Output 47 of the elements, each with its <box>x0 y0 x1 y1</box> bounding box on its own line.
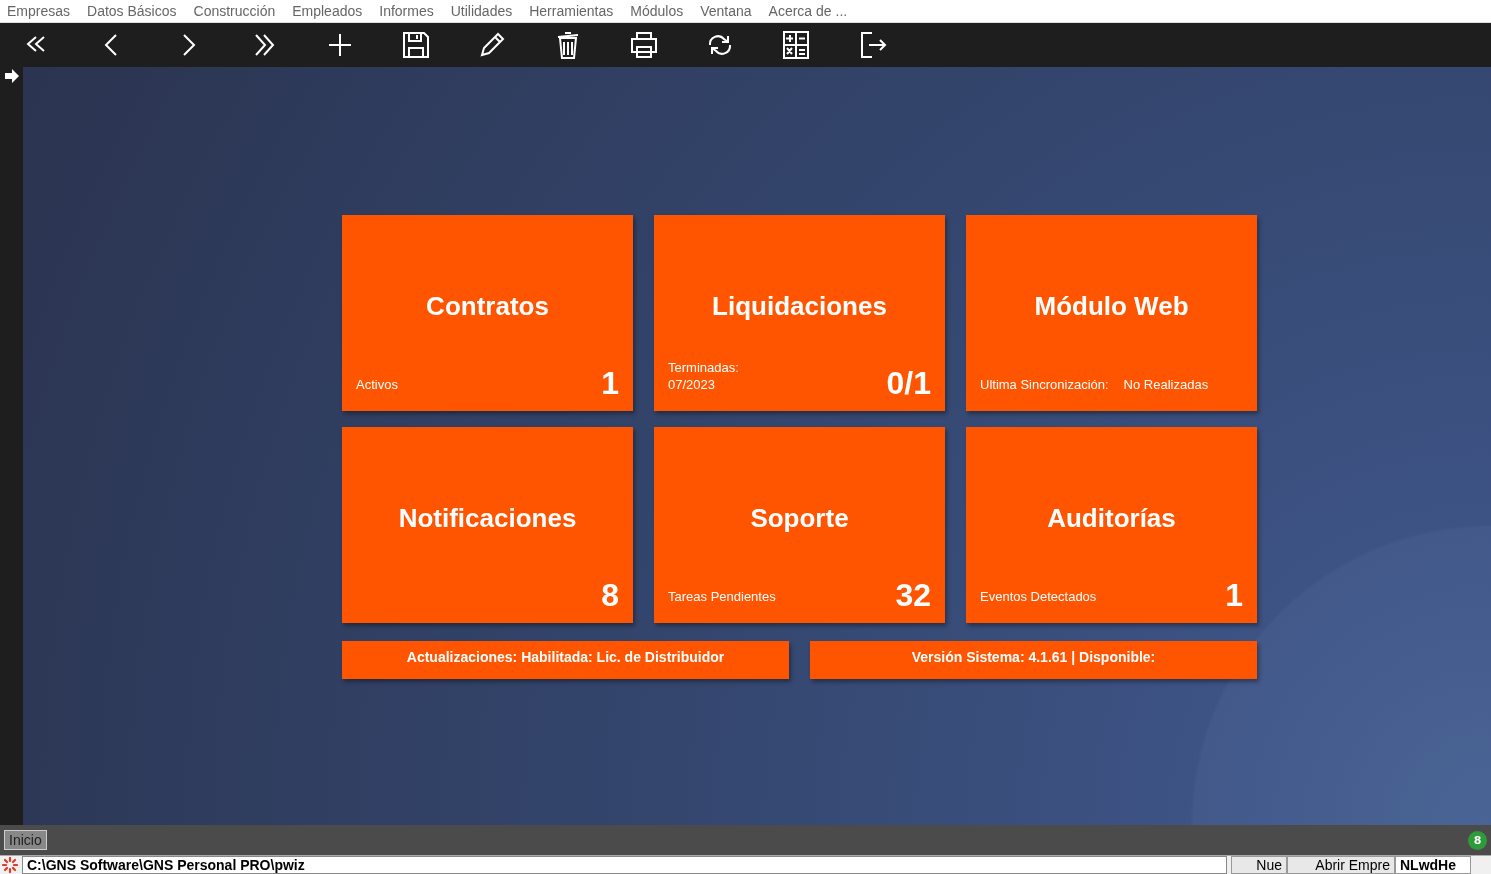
tile-count: 8 <box>601 579 619 611</box>
tile-title: Soporte <box>749 503 850 535</box>
menu-item[interactable]: Empresas <box>7 3 71 19</box>
tile-caption: 07/2023 <box>668 376 716 393</box>
tile-caption: Ultima Sincronización: <box>980 376 1109 393</box>
spinner-icon <box>2 857 18 873</box>
tile-count: 32 <box>895 579 931 611</box>
tile-count: 1 <box>601 367 619 399</box>
menu-item[interactable]: Ventana <box>700 3 752 19</box>
tile-title: Auditorías <box>1046 503 1177 535</box>
tile-caption: Activos <box>356 376 398 393</box>
menu-item[interactable]: Acerca de ... <box>768 3 848 19</box>
path-field: C:\GNS Software\GNS Personal PRO\pwiz <box>22 856 1227 874</box>
tile-title: Contratos <box>425 291 550 323</box>
dashboard-tile[interactable]: Módulo Web Ultima Sincronización: No Realizadas <box>966 215 1257 411</box>
tile-title: Liquidaciones <box>711 291 888 323</box>
status-panel: Abrir Empre <box>1287 856 1395 874</box>
dashboard-tile[interactable]: Notificaciones 8 <box>342 427 633 623</box>
tile-caption: Terminadas: <box>668 359 739 376</box>
dashboard-tile[interactable]: Soporte Tareas Pendientes 32 <box>654 427 945 623</box>
tile-caption: No Realizadas <box>1123 376 1209 393</box>
tile-title: Notificaciones <box>397 503 578 535</box>
printer-icon[interactable] <box>628 29 660 61</box>
tile-count: 0/1 <box>886 367 931 399</box>
menu-item[interactable]: Empleados <box>292 3 363 19</box>
info-banner: Actualizaciones: Habilitada: Lic. de Distribuidor <box>342 641 789 679</box>
floppy-disk-icon[interactable] <box>400 29 432 61</box>
menu-item[interactable]: Módulos <box>630 3 684 19</box>
dashboard-tile[interactable]: Liquidaciones Terminadas: 07/2023 0/1 <box>654 215 945 411</box>
tile-caption: Eventos Detectados <box>980 588 1097 605</box>
count-badge: 8 <box>1468 830 1487 850</box>
status-panel: NLwdHe <box>1395 856 1471 874</box>
menu-item[interactable]: Informes <box>379 3 434 19</box>
menu-item[interactable]: Datos Básicos <box>87 3 177 19</box>
menu-item[interactable]: Construcción <box>193 3 276 19</box>
right-arrow-icon[interactable] <box>3 69 20 83</box>
info-banner: Versión Sistema: 4.1.61 | Disponible: <box>810 641 1257 679</box>
menu-item[interactable]: Utilidades <box>450 3 513 19</box>
calculator-icon[interactable] <box>780 29 812 61</box>
dashboard-tile[interactable]: Auditorías Eventos Detectados 1 <box>966 427 1257 623</box>
status-panel: Nue <box>1231 856 1287 874</box>
dashboard-tile[interactable]: Contratos Activos 1 <box>342 215 633 411</box>
menu-item[interactable]: Herramientas <box>529 3 614 19</box>
window-tab[interactable]: Inicio <box>4 830 47 850</box>
tile-count: 1 <box>1225 579 1243 611</box>
tile-caption: Tareas Pendientes <box>668 588 776 605</box>
tile-title: Módulo Web <box>1033 291 1190 323</box>
